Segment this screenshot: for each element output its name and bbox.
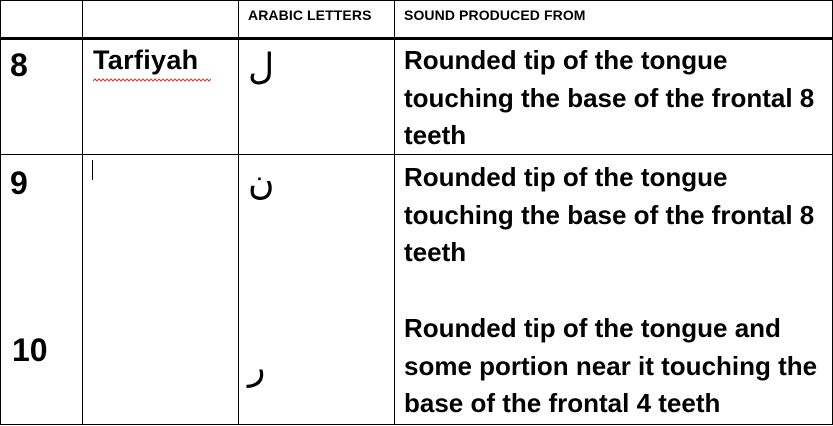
row-8-number: 8 [10,47,28,83]
text-cursor [92,160,93,180]
row-10-arabic-letter: ر [248,347,266,388]
row-8-name[interactable]: Tarfiyah [93,45,198,76]
table-bottom-border [0,424,833,425]
row-8-arabic-letter: ل [248,47,275,88]
row-8-description: Rounded tip of the tongue touching the b… [404,45,815,150]
left-border [0,0,1,425]
column-divider-1 [82,0,83,425]
letters-table: ARABIC LETTERS SOUND PRODUCED FROM 8 Tar… [0,0,833,426]
header-arabic-letters: ARABIC LETTERS [248,7,372,23]
header-top-border [0,0,833,1]
column-divider-3 [394,0,395,425]
row-9-description: Rounded tip of the tongue touching the b… [404,162,815,267]
row-10-number: 10 [12,332,48,368]
spellcheck-underline [93,78,211,82]
header-bottom-border [0,37,833,40]
row-10-description: Rounded tip of the tongue and some porti… [404,313,818,418]
row-9-arabic-letter: ن [248,162,275,203]
row-9-number: 9 [10,165,28,201]
header-sound-produced-from: SOUND PRODUCED FROM [404,7,586,23]
column-divider-2 [238,0,239,425]
